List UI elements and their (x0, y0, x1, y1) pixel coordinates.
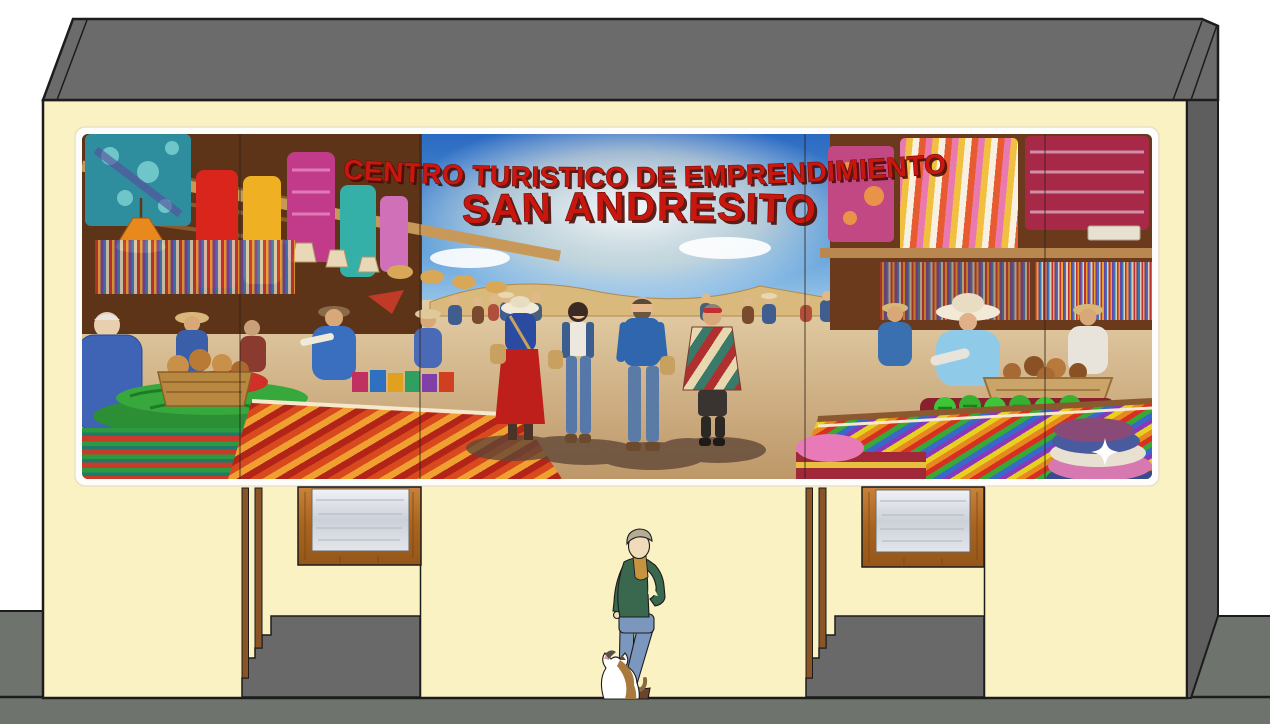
ground-strip (0, 697, 1270, 724)
door-post (819, 488, 826, 648)
side-wall-right (1187, 100, 1218, 698)
door-post (242, 488, 249, 678)
cloud (430, 248, 510, 268)
window-panel (876, 490, 970, 552)
roof-band (43, 19, 1218, 100)
mural-billboard: CENTRO TURISTICO DE EMPRENDIMIENTO CENTR… (75, 115, 1159, 495)
door-post (806, 488, 813, 678)
stall-sign (1088, 226, 1140, 240)
roof (43, 19, 1218, 100)
mural-scene: CENTRO TURISTICO DE EMPRENDIMIENTO CENTR… (78, 115, 1158, 495)
window-right (862, 487, 984, 567)
person-scarf (633, 556, 648, 580)
cloud (679, 237, 771, 259)
pink-textile-pile (796, 434, 864, 462)
window-left (298, 487, 421, 565)
window-panel (312, 489, 409, 551)
tote-bag (548, 350, 563, 369)
hanging-textile-pink (380, 196, 408, 272)
door-post (255, 488, 262, 648)
fabric-shelf-left (95, 240, 295, 294)
hanging-textile-red-patterned (1025, 136, 1149, 230)
building-elevation-canvas: CENTRO TURISTICO DE EMPRENDIMIENTO CENTR… (0, 0, 1270, 724)
table-skirt-stripe (796, 462, 926, 468)
shopping-bag (660, 356, 675, 375)
shoulder-bag (490, 344, 506, 364)
awning-beam-right (820, 248, 1152, 258)
architectural-elevation: CENTRO TURISTICO DE EMPRENDIMIENTO CENTR… (0, 0, 1270, 724)
mural-title-line2: SAN ANDRESITO (461, 185, 818, 232)
